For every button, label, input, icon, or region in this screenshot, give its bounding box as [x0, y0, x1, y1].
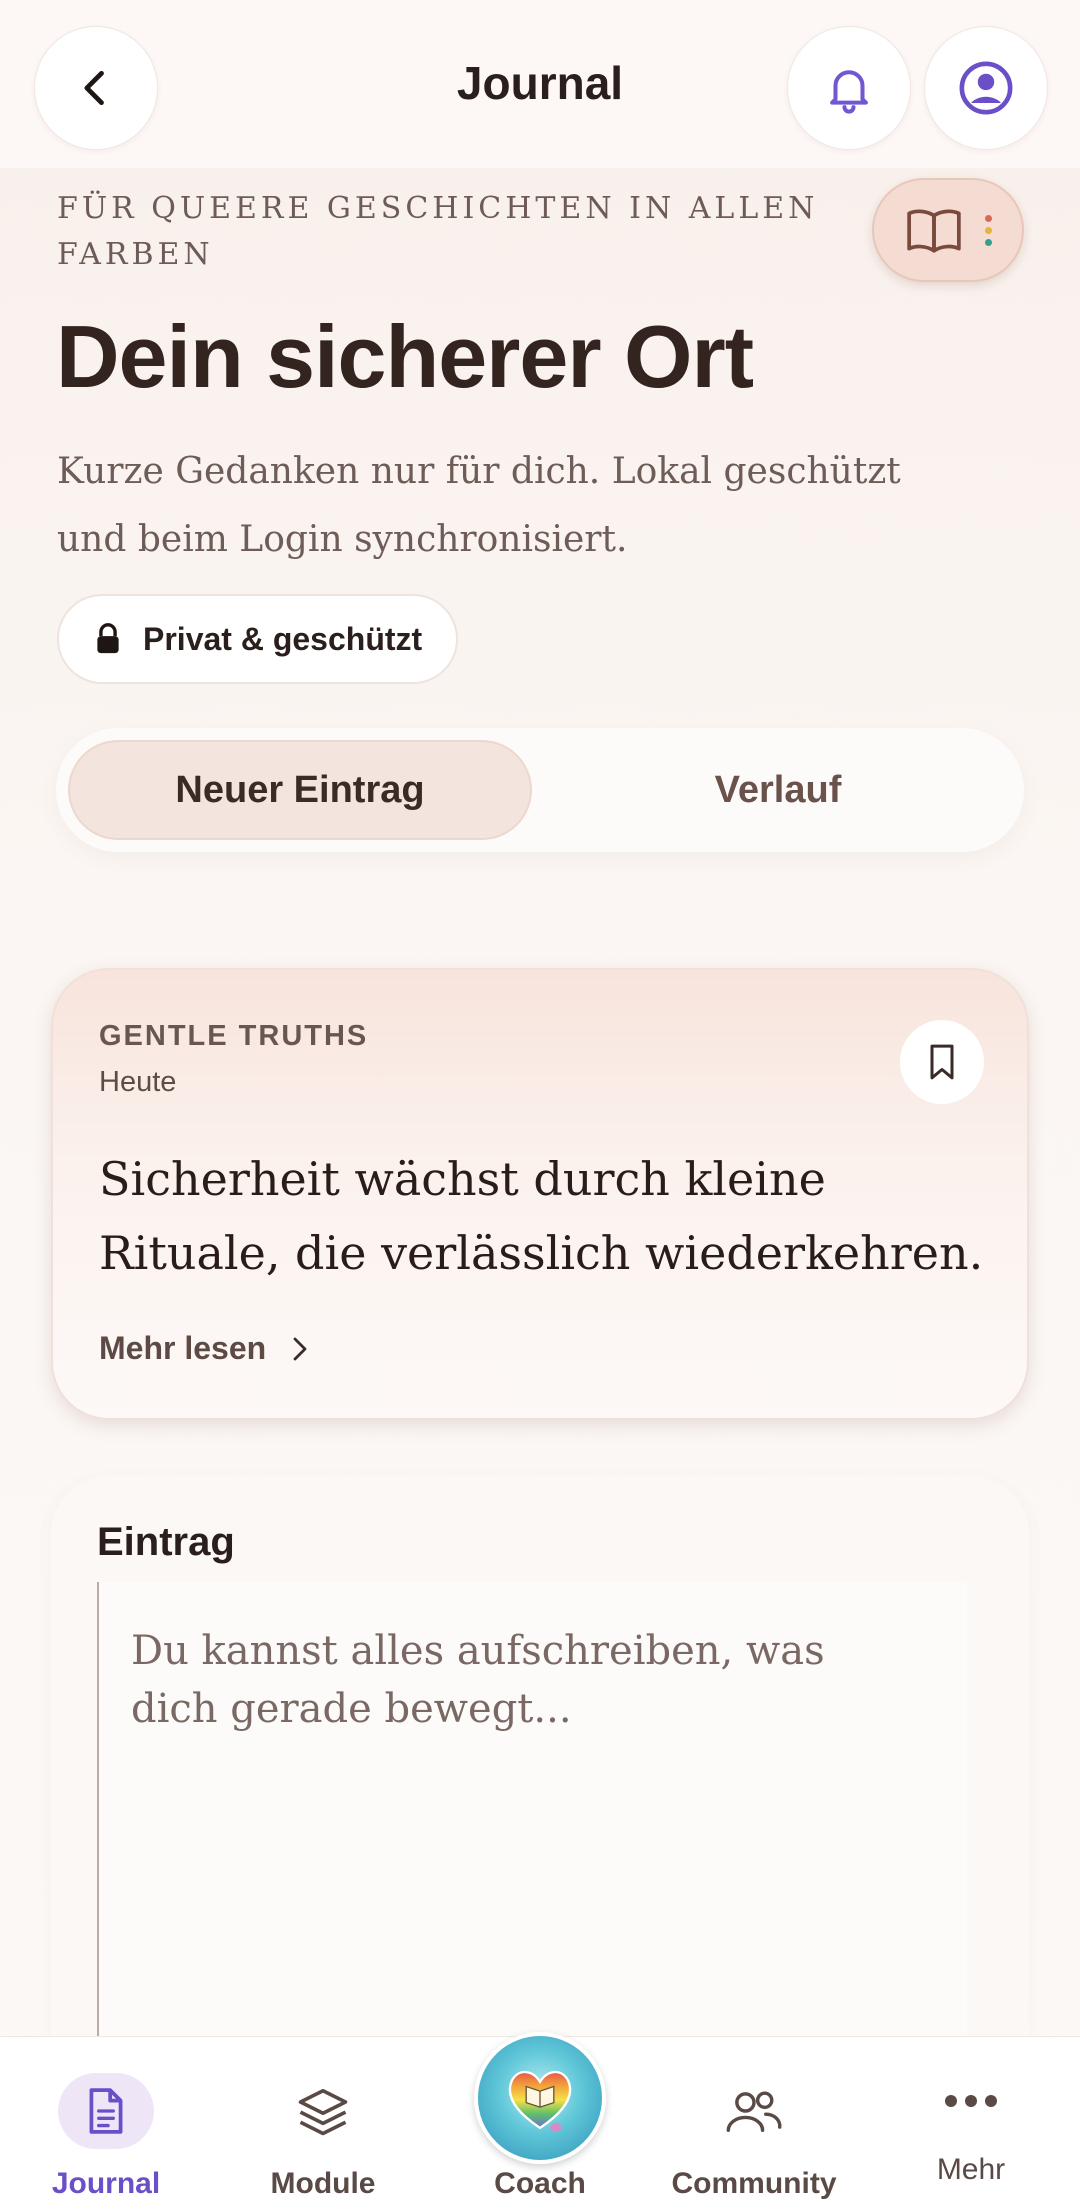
nav-coach-label: Coach	[494, 2167, 586, 2200]
tab-history[interactable]: Verlauf	[544, 740, 1012, 840]
bell-icon	[830, 70, 868, 114]
document-icon	[89, 2088, 123, 2134]
page-title: Journal	[456, 57, 624, 109]
nav-more-label: Mehr	[936, 2153, 1006, 2186]
card-date: Heute	[99, 1066, 177, 1098]
gentle-truths-card: GENTLE TRUTHS Heute Sicherheit wächst du…	[51, 968, 1029, 1420]
privacy-badge: Privat & geschützt	[57, 594, 459, 684]
more-dots-icon	[945, 2095, 997, 2107]
card-category-label: GENTLE TRUTHS	[99, 1020, 369, 1052]
nav-journal[interactable]: Journal	[6, 2037, 206, 2210]
rainbow-heart-book-icon	[508, 2070, 572, 2132]
entry-placeholder: Du kannst alles aufschreiben, was dich g…	[131, 1628, 825, 1732]
nav-community-label: Community	[671, 2167, 837, 2200]
notifications-button[interactable]	[787, 26, 911, 150]
chevron-left-icon	[84, 70, 104, 106]
nav-module[interactable]: Module	[223, 2037, 423, 2210]
lock-icon	[97, 623, 119, 654]
layers-icon	[298, 2088, 348, 2136]
nav-more[interactable]: Mehr	[871, 2037, 1071, 2210]
bookmark-icon	[930, 1044, 954, 1080]
nav-module-label: Module	[270, 2167, 376, 2200]
back-button[interactable]	[34, 26, 158, 150]
people-icon	[726, 2091, 782, 2132]
tagline: Für queere Geschichten in allen Farben	[57, 191, 819, 272]
card-quote: Sicherheit wächst durch kleine Rituale, …	[99, 1152, 984, 1280]
hero-subtext: Kurze Gedanken nur für dich. Lokal gesch…	[57, 451, 901, 560]
read-more-label: Mehr lesen	[99, 1330, 267, 1366]
read-more-link[interactable]: Mehr lesen	[99, 1330, 312, 1367]
user-circle-icon	[959, 61, 1013, 115]
nav-journal-label: Journal	[51, 2167, 161, 2200]
journal-guide-button[interactable]	[872, 178, 1024, 282]
bookmark-button[interactable]	[900, 1020, 984, 1104]
hero-headline: Dein sicherer Ort	[56, 307, 754, 406]
more-dots-icon	[984, 214, 992, 246]
open-book-icon	[906, 209, 961, 253]
mode-tabs: Neuer Eintrag Verlauf	[56, 728, 1024, 852]
chevron-right-icon	[293, 1337, 307, 1360]
tab-new-entry[interactable]: Neuer Eintrag	[68, 740, 532, 840]
profile-button[interactable]	[924, 26, 1048, 150]
privacy-badge-label: Privat & geschützt	[143, 620, 423, 657]
nav-community[interactable]: Community	[654, 2037, 854, 2210]
entry-title: Eintrag	[97, 1520, 235, 1564]
coach-avatar[interactable]	[474, 2032, 606, 2164]
top-app-bar: Journal	[0, 0, 1080, 168]
